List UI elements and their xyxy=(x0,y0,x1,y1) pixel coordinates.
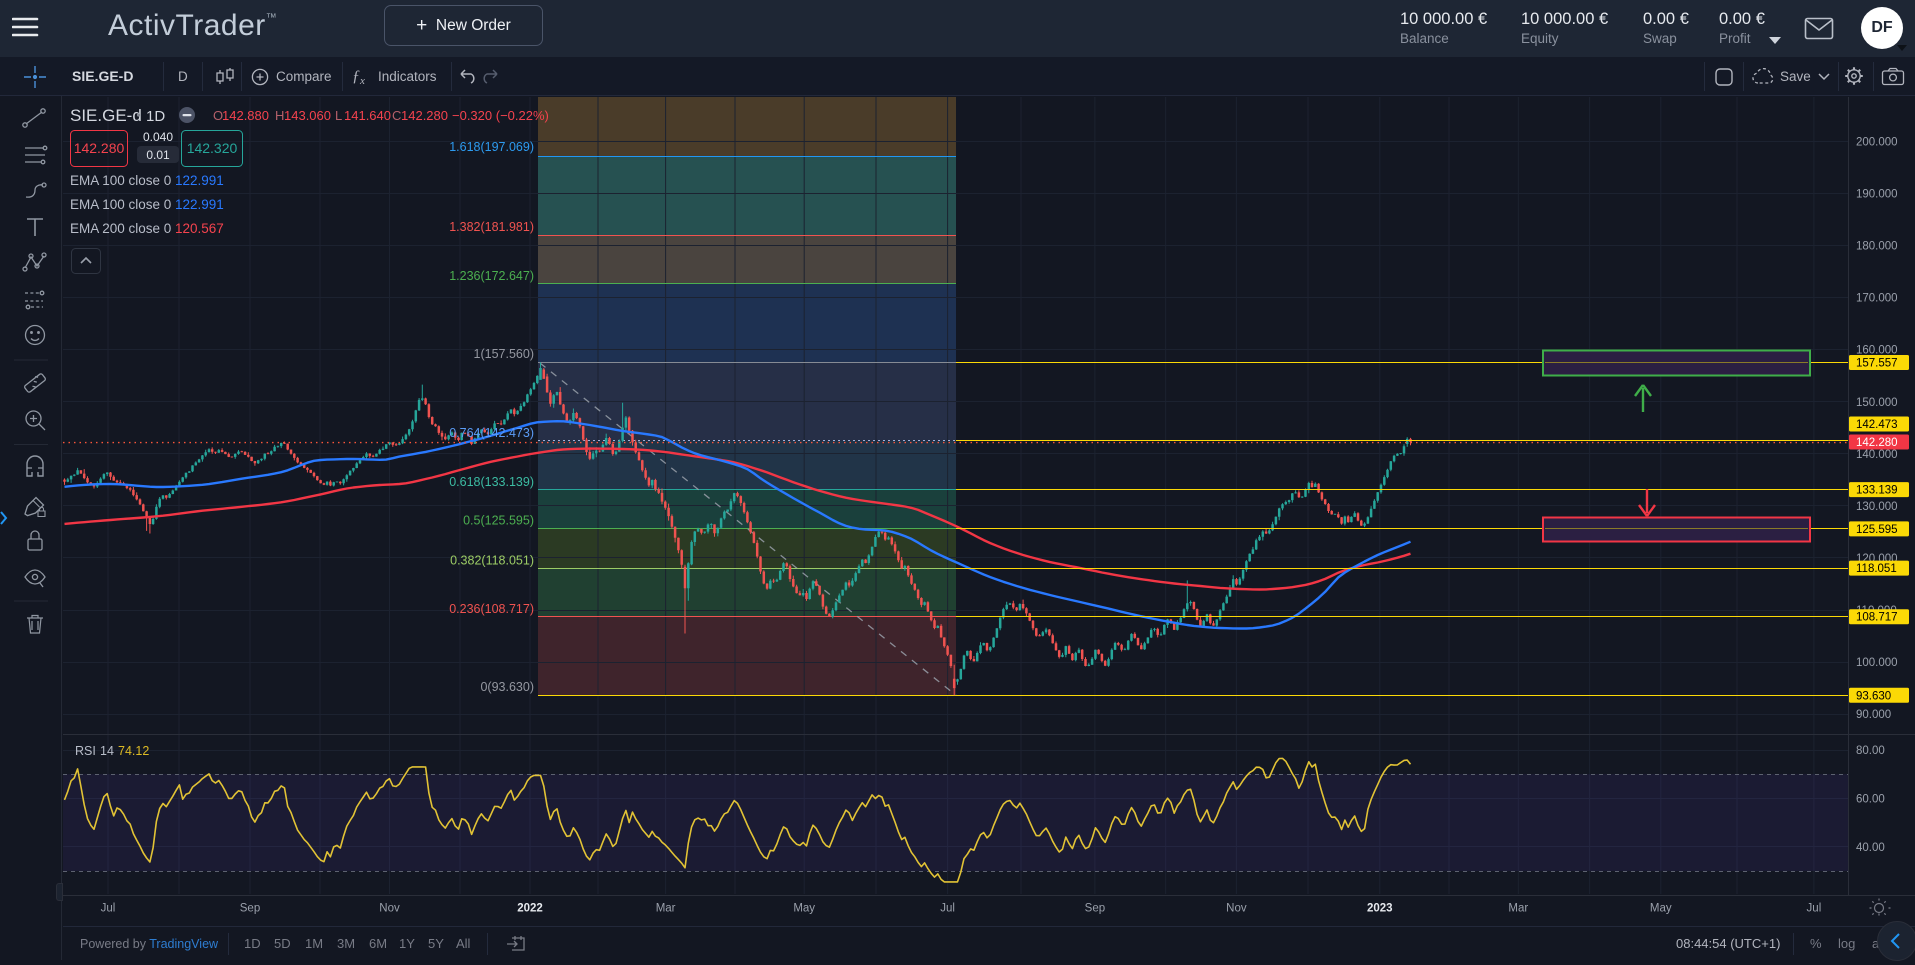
svg-text:100.000: 100.000 xyxy=(1856,657,1898,669)
svg-text:0.382(118.051): 0.382(118.051) xyxy=(450,554,534,568)
svg-text:142.280: 142.280 xyxy=(401,108,448,123)
svg-text:60.00: 60.00 xyxy=(1856,793,1885,805)
svg-text:0.764(142.473): 0.764(142.473) xyxy=(449,426,534,440)
svg-text:EMA 200 close 0: EMA 200 close 0 xyxy=(70,221,171,236)
svg-text:0.01: 0.01 xyxy=(146,148,170,162)
svg-text:Nov: Nov xyxy=(379,903,400,915)
svg-text:Sep: Sep xyxy=(1085,903,1105,915)
svg-text:Jul: Jul xyxy=(940,903,955,915)
svg-text:125.595: 125.595 xyxy=(1856,524,1898,536)
svg-text:Sep: Sep xyxy=(240,903,260,915)
svg-text:1.618(197.069): 1.618(197.069) xyxy=(449,140,534,154)
svg-text:142.880: 142.880 xyxy=(222,108,269,123)
svg-text:L: L xyxy=(335,108,342,123)
svg-text:190.000: 190.000 xyxy=(1856,189,1898,201)
svg-text:2022: 2022 xyxy=(517,903,543,915)
svg-text:133.139: 133.139 xyxy=(1856,485,1898,497)
svg-text:Jul: Jul xyxy=(101,903,116,915)
svg-text:1(157.560): 1(157.560) xyxy=(474,347,534,361)
svg-text:180.000: 180.000 xyxy=(1856,241,1898,253)
svg-text:93.630: 93.630 xyxy=(1856,690,1891,702)
svg-text:May: May xyxy=(793,903,815,915)
svg-text:142.473: 142.473 xyxy=(1856,419,1898,431)
svg-text:Mar: Mar xyxy=(656,903,676,915)
svg-text:1.382(181.981): 1.382(181.981) xyxy=(449,220,534,234)
svg-text:Mar: Mar xyxy=(1508,903,1528,915)
svg-text:200.000: 200.000 xyxy=(1856,137,1898,149)
svg-text:157.557: 157.557 xyxy=(1856,358,1898,370)
svg-text:1D: 1D xyxy=(146,108,165,125)
svg-text:EMA 100 close 0: EMA 100 close 0 xyxy=(70,173,171,188)
svg-text:H: H xyxy=(275,108,284,123)
svg-text:142.280: 142.280 xyxy=(1856,437,1898,449)
svg-text:SIE.GE-d: SIE.GE-d xyxy=(70,106,142,125)
svg-text:−0.320 (−0.22%): −0.320 (−0.22%) xyxy=(452,108,549,123)
svg-text:C: C xyxy=(392,108,401,123)
svg-text:118.051: 118.051 xyxy=(1856,563,1897,575)
svg-text:0.5(125.595): 0.5(125.595) xyxy=(463,514,534,528)
svg-text:170.000: 170.000 xyxy=(1856,293,1898,305)
svg-text:140.000: 140.000 xyxy=(1856,449,1898,461)
svg-text:80.00: 80.00 xyxy=(1856,745,1885,757)
svg-text:74.12: 74.12 xyxy=(118,744,149,758)
svg-text:EMA 100 close 0: EMA 100 close 0 xyxy=(70,197,171,212)
svg-text:0.040: 0.040 xyxy=(143,130,173,144)
svg-text:122.991: 122.991 xyxy=(175,197,224,212)
svg-text:0.618(133.139): 0.618(133.139) xyxy=(449,475,534,489)
svg-text:14: 14 xyxy=(100,744,114,758)
svg-text:150.000: 150.000 xyxy=(1856,397,1898,409)
svg-text:0(93.630): 0(93.630) xyxy=(480,680,534,694)
svg-text:1.236(172.647): 1.236(172.647) xyxy=(449,269,534,283)
svg-text:RSI: RSI xyxy=(75,744,96,758)
svg-text:2023: 2023 xyxy=(1367,903,1393,915)
svg-text:122.991: 122.991 xyxy=(175,173,224,188)
svg-text:90.000: 90.000 xyxy=(1856,709,1891,721)
svg-text:142.280: 142.280 xyxy=(74,140,125,156)
svg-text:160.000: 160.000 xyxy=(1856,345,1898,357)
svg-text:120.567: 120.567 xyxy=(175,221,224,236)
svg-text:142.320: 142.320 xyxy=(187,140,238,156)
svg-text:Jul: Jul xyxy=(1807,903,1822,915)
svg-text:May: May xyxy=(1650,903,1672,915)
svg-text:143.060: 143.060 xyxy=(284,108,331,123)
svg-text:40.00: 40.00 xyxy=(1856,842,1885,854)
svg-text:0.236(108.717): 0.236(108.717) xyxy=(449,602,534,616)
svg-text:141.640: 141.640 xyxy=(344,108,391,123)
svg-text:130.000: 130.000 xyxy=(1856,501,1898,513)
svg-text:Nov: Nov xyxy=(1226,903,1247,915)
svg-text:108.717: 108.717 xyxy=(1856,612,1898,624)
